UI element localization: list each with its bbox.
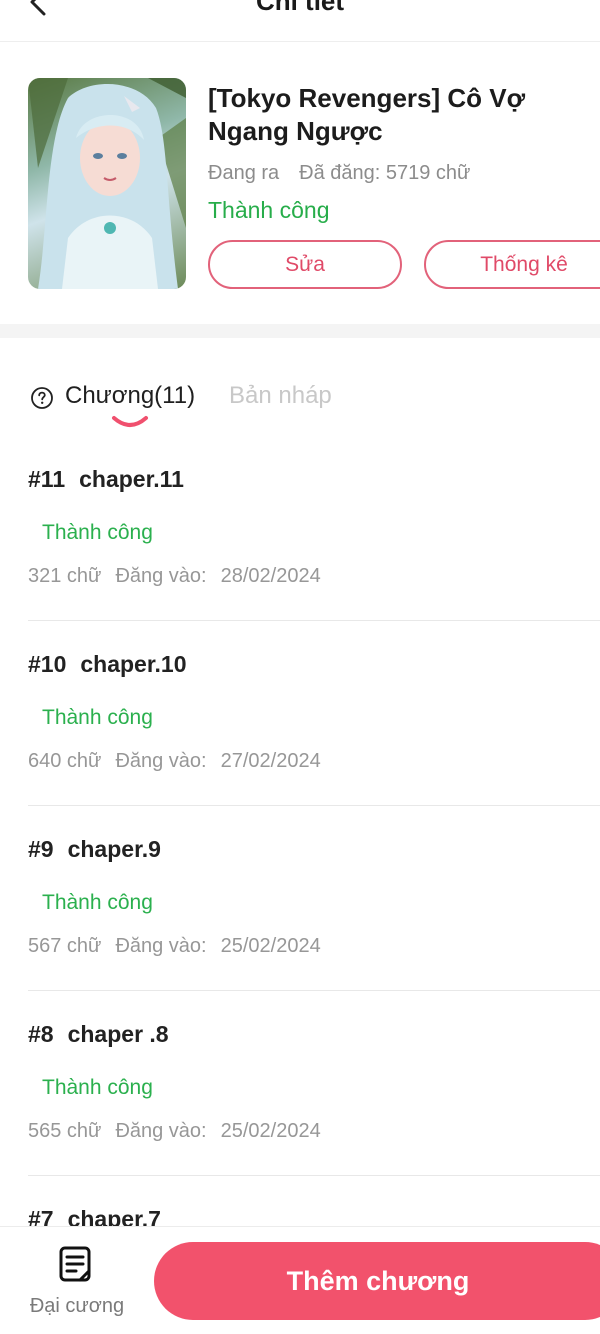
outline-label: Đại cương — [29, 1295, 125, 1317]
chapter-name: chaper .8 — [67, 1021, 169, 1047]
book-cover-image[interactable] — [28, 78, 186, 289]
book-word-count: Đã đăng: 5719 chữ — [299, 162, 471, 184]
book-title: [Tokyo Revengers] Cô Vợ Ngang Ngược — [208, 83, 526, 146]
chapter-title: #7 chaper.7 — [28, 1206, 161, 1226]
chapter-list: #11 chaper.11 Thành công 321 chữ Đăng vào:… — [28, 436, 600, 1226]
tab-chapters[interactable]: Chương(11) — [65, 382, 195, 410]
top-bar: Chi tiết — [0, 0, 600, 42]
statistics-button[interactable]: Thống kê — [424, 240, 600, 289]
chapter-date: 25/02/2024 — [220, 1120, 321, 1142]
chapter-title: #8 chaper .8 — [28, 1021, 169, 1048]
chapter-tabs: Chương(11) Bản nháp — [28, 372, 588, 436]
chapter-meta: 640 chữ Đăng vào: 27/02/2024 — [28, 750, 321, 773]
question-circle-icon[interactable] — [30, 386, 54, 410]
tab-drafts[interactable]: Bản nháp — [229, 382, 332, 410]
edit-button[interactable]: Sửa — [208, 240, 402, 289]
cover-illustration — [28, 78, 186, 289]
chapter-date: 28/02/2024 — [220, 565, 321, 587]
add-chapter-button[interactable]: Thêm chương — [154, 1242, 600, 1320]
chapter-number: #9 — [28, 836, 54, 862]
bottom-bar: Đại cương Thêm chương — [0, 1226, 600, 1334]
chapter-meta: 321 chữ Đăng vào: 28/02/2024 — [28, 565, 321, 588]
page-title: Chi tiết — [255, 0, 345, 16]
chapter-posted-label: Đăng vào: — [115, 1120, 207, 1142]
chapter-status: Thành công — [42, 521, 153, 544]
chapter-words: 640 chữ — [28, 750, 102, 772]
book-meta: Đang ra Đã đăng: 5719 chữ — [208, 162, 470, 185]
chapter-row[interactable]: #9 chaper.9 Thành công 567 chữ Đăng vào: 25… — [28, 806, 600, 991]
book-state: Đang ra — [208, 162, 280, 184]
chapter-posted-label: Đăng vào: — [115, 935, 207, 957]
chapter-row[interactable]: #10 chaper.10 Thành công 640 chữ Đăng vào:… — [28, 621, 600, 806]
chapter-number: #8 — [28, 1021, 54, 1047]
book-info: [Tokyo Revengers] Cô Vợ Ngang Ngược Đang… — [28, 78, 600, 290]
chapter-words: 321 chữ — [28, 565, 102, 587]
chapter-date: 25/02/2024 — [220, 935, 321, 957]
chapter-posted-label: Đăng vào: — [115, 750, 207, 772]
chapter-title: #11 chaper.11 — [28, 466, 184, 493]
chapter-title: #9 chaper.9 — [28, 836, 161, 863]
chapter-row[interactable]: #7 chaper.7 — [28, 1176, 600, 1226]
chapter-name: chaper.9 — [67, 836, 161, 862]
chapter-meta: 565 chữ Đăng vào: 25/02/2024 — [28, 1120, 321, 1143]
chapter-title: #10 chaper.10 — [28, 651, 187, 678]
chapter-words: 567 chữ — [28, 935, 102, 957]
chapter-row[interactable]: #11 chaper.11 Thành công 321 chữ Đăng vào:… — [28, 436, 600, 621]
document-icon — [59, 1246, 91, 1282]
chapter-words: 565 chữ — [28, 1120, 102, 1142]
chapter-status: Thành công — [42, 891, 153, 914]
chapter-status: Thành công — [42, 1076, 153, 1099]
chapter-name: chaper.7 — [67, 1206, 161, 1226]
chapter-number: #7 — [28, 1206, 54, 1226]
chapter-status: Thành công — [42, 706, 153, 729]
active-tab-indicator — [112, 416, 148, 427]
chapter-posted-label: Đăng vào: — [115, 565, 207, 587]
chapter-number: #11 — [28, 466, 66, 492]
section-divider — [0, 324, 600, 338]
chapter-row[interactable]: #8 chaper .8 Thành công 565 chữ Đăng vào: 2… — [28, 991, 600, 1176]
chapter-number: #10 — [28, 651, 67, 677]
chapter-meta: 567 chữ Đăng vào: 25/02/2024 — [28, 935, 321, 958]
chapter-name: chaper.11 — [79, 466, 184, 492]
chapter-date: 27/02/2024 — [220, 750, 321, 772]
book-status: Thành công — [208, 197, 330, 223]
chapter-name: chaper.10 — [80, 651, 187, 677]
outline-button[interactable]: Đại cương — [18, 1239, 136, 1323]
